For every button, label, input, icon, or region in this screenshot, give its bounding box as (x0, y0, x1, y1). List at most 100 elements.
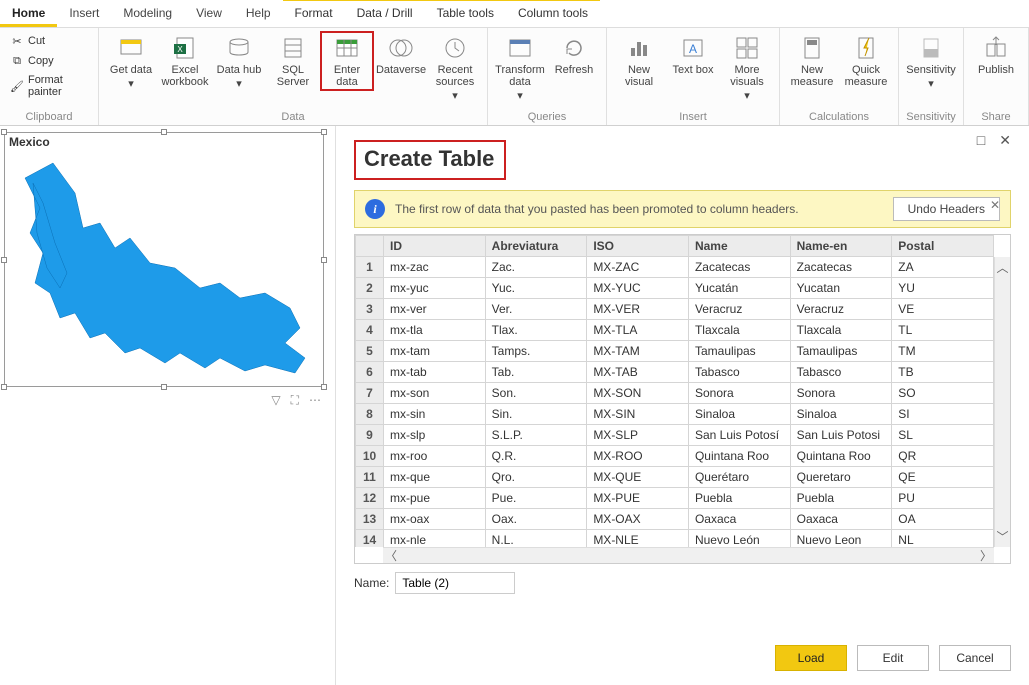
column-header[interactable]: Postal (892, 236, 994, 257)
grid-cell[interactable]: mx-sin (384, 404, 486, 425)
column-header[interactable]: Name (688, 236, 790, 257)
grid-cell[interactable]: MX-YUC (587, 278, 689, 299)
tab-modeling[interactable]: Modeling (111, 0, 184, 27)
tab-data-drill[interactable]: Data / Drill (345, 0, 425, 27)
quick-measure-button[interactable]: Quick measure (840, 32, 892, 90)
grid-cell[interactable]: Tab. (485, 362, 587, 383)
scroll-right-icon[interactable]: 〉 (978, 545, 994, 564)
grid-cell[interactable]: Nuevo León (688, 530, 790, 548)
grid-cell[interactable]: Tamaulipas (790, 341, 892, 362)
horizontal-scrollbar[interactable]: 〈 〉 (383, 547, 994, 563)
excel-workbook-button[interactable]: X Excel workbook (159, 32, 211, 90)
edit-button[interactable]: Edit (857, 645, 929, 671)
tab-table-tools[interactable]: Table tools (425, 0, 506, 27)
enter-data-button[interactable]: Enter data (321, 32, 373, 90)
grid-cell[interactable]: Tabasco (688, 362, 790, 383)
transform-data-button[interactable]: Transform data▾ (494, 32, 546, 104)
grid-cell[interactable]: MX-OAX (587, 509, 689, 530)
grid-cell[interactable]: TM (892, 341, 994, 362)
grid-cell[interactable]: VE (892, 299, 994, 320)
grid-cell[interactable]: Oax. (485, 509, 587, 530)
info-close-icon[interactable]: ✕ (990, 198, 1000, 212)
new-visual-button[interactable]: New visual (613, 32, 665, 90)
row-number[interactable]: 10 (356, 446, 384, 467)
report-canvas[interactable]: Mexico ▽ ⛶ ⋯ (0, 126, 335, 685)
grid-cell[interactable]: SL (892, 425, 994, 446)
grid-cell[interactable]: Queretaro (790, 467, 892, 488)
grid-cell[interactable]: Sinaloa (790, 404, 892, 425)
grid-cell[interactable]: QE (892, 467, 994, 488)
grid-cell[interactable]: mx-son (384, 383, 486, 404)
grid-cell[interactable]: PU (892, 488, 994, 509)
grid-cell[interactable]: Sonora (790, 383, 892, 404)
scroll-up-icon[interactable]: ︿ (995, 257, 1011, 278)
grid-cell[interactable]: mx-roo (384, 446, 486, 467)
tab-column-tools[interactable]: Column tools (506, 0, 600, 27)
grid-cell[interactable]: Tamps. (485, 341, 587, 362)
row-number[interactable]: 6 (356, 362, 384, 383)
row-number[interactable]: 5 (356, 341, 384, 362)
grid-cell[interactable]: Sinaloa (688, 404, 790, 425)
data-grid[interactable]: IDAbreviaturaISONameName-enPostal1mx-zac… (354, 234, 1011, 564)
more-visuals-button[interactable]: More visuals▾ (721, 32, 773, 104)
grid-cell[interactable]: Zacatecas (688, 257, 790, 278)
undo-headers-button[interactable]: Undo Headers (893, 197, 1000, 221)
row-number[interactable]: 3 (356, 299, 384, 320)
grid-cell[interactable]: mx-slp (384, 425, 486, 446)
grid-cell[interactable]: Ver. (485, 299, 587, 320)
column-header[interactable]: Abreviatura (485, 236, 587, 257)
grid-cell[interactable]: Yuc. (485, 278, 587, 299)
cut-button[interactable]: ✂Cut (6, 32, 92, 50)
grid-cell[interactable]: Zacatecas (790, 257, 892, 278)
focus-mode-icon[interactable]: ⛶ (291, 393, 299, 408)
grid-cell[interactable]: MX-SLP (587, 425, 689, 446)
row-number[interactable]: 11 (356, 467, 384, 488)
grid-cell[interactable]: San Luis Potosí (688, 425, 790, 446)
grid-cell[interactable]: Veracruz (790, 299, 892, 320)
grid-cell[interactable]: mx-ver (384, 299, 486, 320)
row-number[interactable]: 8 (356, 404, 384, 425)
row-number[interactable]: 4 (356, 320, 384, 341)
grid-cell[interactable]: Pue. (485, 488, 587, 509)
grid-cell[interactable]: Sonora (688, 383, 790, 404)
grid-cell[interactable]: YU (892, 278, 994, 299)
grid-cell[interactable]: mx-zac (384, 257, 486, 278)
grid-cell[interactable]: mx-yuc (384, 278, 486, 299)
grid-cell[interactable]: Quintana Roo (688, 446, 790, 467)
grid-cell[interactable]: Q.R. (485, 446, 587, 467)
grid-cell[interactable]: Yucatan (790, 278, 892, 299)
sql-server-button[interactable]: SQL Server (267, 32, 319, 90)
row-number[interactable]: 1 (356, 257, 384, 278)
dataverse-button[interactable]: Dataverse (375, 32, 427, 78)
grid-cell[interactable]: Nuevo Leon (790, 530, 892, 548)
dialog-maximize-icon[interactable]: □ (977, 132, 985, 149)
row-number[interactable]: 14 (356, 530, 384, 548)
grid-cell[interactable]: Son. (485, 383, 587, 404)
publish-button[interactable]: Publish (970, 32, 1022, 78)
row-number[interactable]: 12 (356, 488, 384, 509)
grid-cell[interactable]: OA (892, 509, 994, 530)
vertical-scrollbar[interactable]: ︿ ﹀ (994, 257, 1010, 547)
refresh-button[interactable]: Refresh (548, 32, 600, 78)
grid-cell[interactable]: mx-tab (384, 362, 486, 383)
get-data-button[interactable]: Get data▾ (105, 32, 157, 92)
row-number[interactable]: 9 (356, 425, 384, 446)
filter-icon[interactable]: ▽ (271, 393, 280, 408)
grid-cell[interactable]: Tamaulipas (688, 341, 790, 362)
grid-cell[interactable]: mx-pue (384, 488, 486, 509)
grid-cell[interactable]: mx-tla (384, 320, 486, 341)
data-hub-button[interactable]: Data hub▾ (213, 32, 265, 92)
grid-cell[interactable]: TL (892, 320, 994, 341)
grid-cell[interactable]: MX-QUE (587, 467, 689, 488)
tab-view[interactable]: View (184, 0, 234, 27)
grid-cell[interactable]: Tlax. (485, 320, 587, 341)
format-painter-button[interactable]: 🖌Format painter (6, 72, 92, 100)
grid-cell[interactable]: mx-oax (384, 509, 486, 530)
grid-cell[interactable]: Quintana Roo (790, 446, 892, 467)
tab-help[interactable]: Help (234, 0, 283, 27)
tab-format[interactable]: Format (283, 0, 345, 27)
grid-cell[interactable]: MX-SIN (587, 404, 689, 425)
load-button[interactable]: Load (775, 645, 847, 671)
grid-cell[interactable]: MX-ZAC (587, 257, 689, 278)
grid-cell[interactable]: Tlaxcala (790, 320, 892, 341)
